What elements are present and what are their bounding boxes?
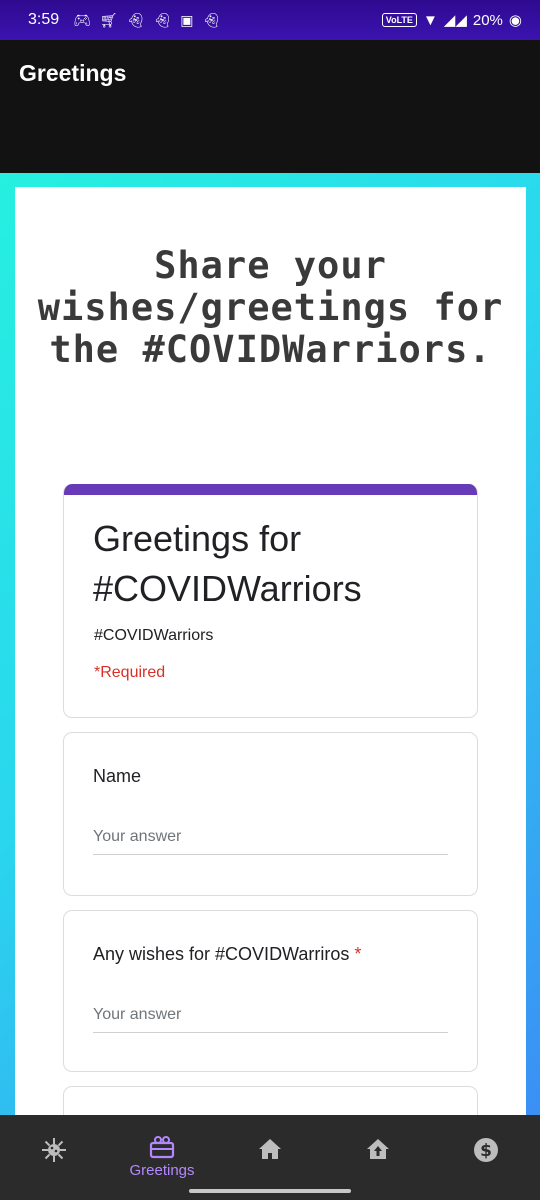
form-accent-bar [64,484,477,495]
question-label: Name [93,766,142,786]
cart-icon: 🛒︎ [99,11,118,28]
nav-label-greetings: Greetings [129,1162,195,1179]
nav-item-home[interactable] [216,1125,324,1185]
virus-icon [42,1138,66,1162]
volte-badge: VoLTE [381,13,417,27]
notification-icons: 🎮︎ 🛒︎ 👻︎ 👻︎ ▣ 👻︎ [73,12,220,29]
dollar-icon: $ [474,1138,498,1162]
question-card-partial [63,1086,478,1115]
question-card-name: Name [63,732,478,896]
snapchat-icon: 👻︎ [202,11,221,28]
required-asterisk: * [354,944,362,964]
form-description: #COVIDWarriors [94,627,214,644]
form-title: Greetings for #COVIDWarriors [93,518,362,609]
bottom-navigation: Greetings $ [0,1115,540,1200]
webview-content[interactable]: Share your wishes/greetings for the #COV… [15,187,526,1115]
house-upload-icon [367,1139,389,1159]
form-header-card: Greetings for #COVIDWarriors #COVIDWarri… [63,484,478,718]
nav-item-house-upload[interactable] [324,1125,432,1185]
name-input[interactable] [93,819,448,855]
app-title: Greetings [19,60,127,86]
question-label: Any wishes for #COVIDWarriros * [93,944,362,964]
snapchat-icon: 👻︎ [126,11,145,28]
snapchat-icon: 👻︎ [153,11,172,28]
nav-item-donate[interactable]: $ [432,1125,540,1185]
battery-saver-icon: ◉ [508,12,522,29]
page-headline: Share your wishes/greetings for the #COV… [37,244,504,371]
svg-text:$: $ [480,1141,492,1161]
wifi-icon: ▼ [422,11,438,29]
question-card-wishes: Any wishes for #COVIDWarriros * [63,910,478,1072]
app-bar: Greetings [0,40,540,173]
instagram-icon: ▣ [180,11,194,28]
wishes-input[interactable] [93,997,448,1033]
home-indicator[interactable] [189,1189,351,1193]
required-note: *Required [94,664,166,681]
status-time: 3:59 [28,11,60,28]
home-icon [259,1139,281,1159]
status-bar: 3:59 🎮︎ 🛒︎ 👻︎ 👻︎ ▣ 👻︎ VoLTE ▼ ◢◢ 20% ◉ [0,0,540,40]
battery-percent: 20% [472,11,503,29]
nav-item-virus[interactable] [0,1125,108,1185]
gift-icon [149,1136,175,1159]
gamepad-icon: 🎮︎ [73,11,91,28]
nav-item-greetings[interactable]: Greetings [108,1125,216,1185]
signal-icon: ◢◢ [443,12,467,29]
